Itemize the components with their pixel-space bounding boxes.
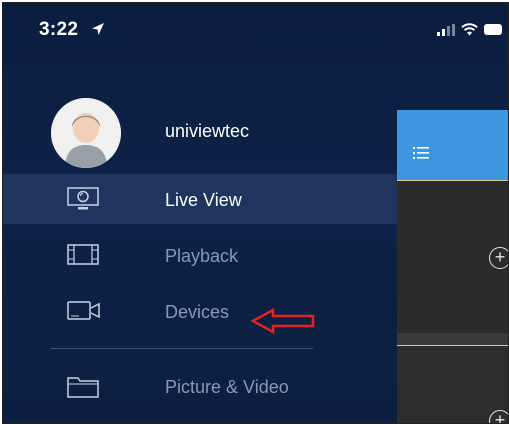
cell-divider: [397, 333, 508, 345]
add-circle-icon[interactable]: +: [489, 410, 508, 423]
monitor-icon: [67, 187, 99, 210]
background-app-header: [397, 110, 508, 180]
menu-item-devices[interactable]: Devices: [3, 286, 397, 336]
hamburger-icon[interactable]: [413, 146, 429, 160]
menu-item-live-view[interactable]: Live View: [3, 174, 397, 224]
camera-icon: [67, 301, 100, 320]
battery-icon: [484, 24, 502, 35]
folder-icon: [67, 377, 99, 398]
cellular-signal-icon: [437, 23, 455, 36]
video-cell[interactable]: +: [397, 345, 508, 423]
menu-separator: [51, 348, 313, 349]
username[interactable]: univiewtec: [165, 121, 249, 142]
status-time: 3:22: [39, 19, 79, 40]
app-screen: 3:22 + + univiewtec Live View Playback D…: [2, 2, 509, 424]
menu-item-label: Live View: [165, 190, 242, 210]
status-indicators: [437, 23, 502, 36]
add-circle-icon[interactable]: +: [489, 247, 508, 269]
menu-item-label: Playback: [165, 246, 239, 266]
menu-item-label: Devices: [165, 302, 230, 322]
location-arrow-icon: [92, 23, 104, 35]
wifi-icon: [461, 23, 478, 36]
menu-item-picture-video[interactable]: Picture & Video: [3, 362, 397, 412]
red-arrow-icon: [251, 308, 315, 334]
menu-item-playback[interactable]: Playback: [3, 230, 397, 280]
film-icon: [67, 244, 99, 265]
video-cell[interactable]: +: [397, 180, 508, 334]
user-avatar-icon[interactable]: [51, 98, 121, 168]
menu-item-label: Picture & Video: [165, 377, 289, 397]
